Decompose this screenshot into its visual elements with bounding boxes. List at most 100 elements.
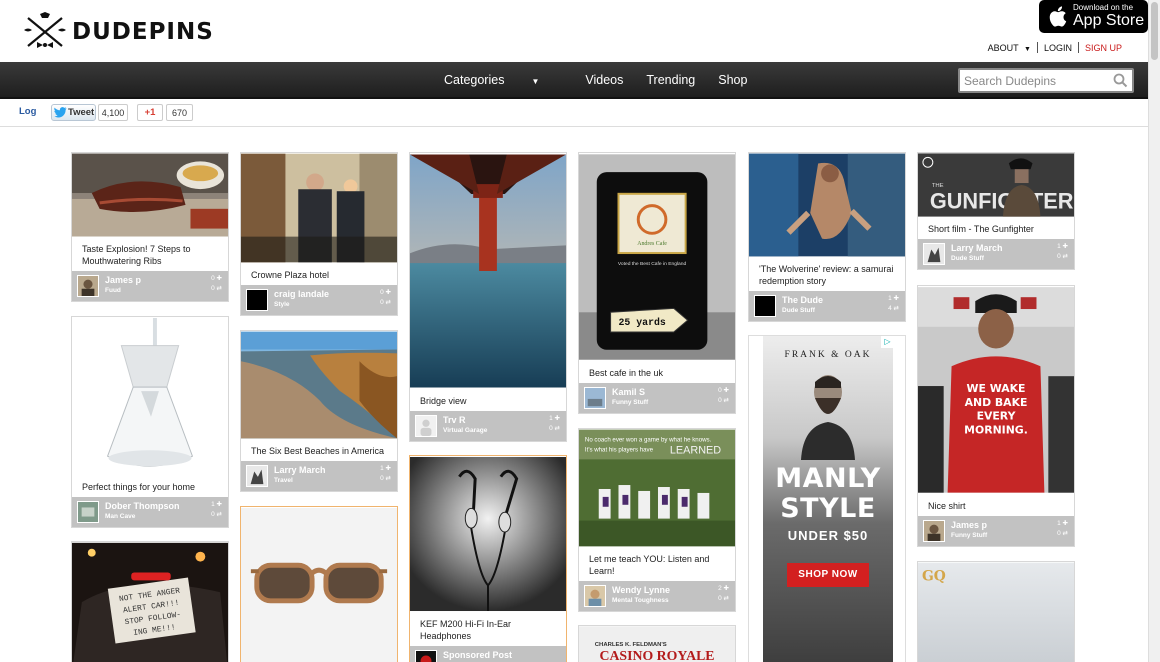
pin-card-sponsored[interactable] [240,506,398,662]
pin-username[interactable]: Trv R [443,415,466,425]
plus-icon[interactable]: ✚ [217,501,222,508]
pin-card-sponsored[interactable]: KEF M200 Hi-Fi In-Ear Headphones Sponsor… [409,455,567,662]
pin-username[interactable]: Dober Thompson [105,501,180,511]
repin-icon[interactable]: ⇄ [217,511,222,518]
pin-category[interactable]: Mental Toughness [612,597,669,604]
pin-card[interactable]: Perfect things for your home Dober Thomp… [71,316,229,528]
pin-card[interactable]: 'The Wolverine' review: a samurai redemp… [748,152,906,322]
repin-icon[interactable]: ⇄ [724,595,729,602]
repin-icon[interactable]: ⇄ [217,285,222,292]
pin-caption[interactable]: 'The Wolverine' review: a samurai redemp… [749,257,905,291]
avatar[interactable] [77,275,99,297]
pin-caption[interactable]: Let me teach YOU: Listen and Learn! [579,547,735,581]
pin-username[interactable]: Larry March [274,465,326,475]
repin-icon[interactable]: ⇄ [555,425,560,432]
avatar[interactable] [923,520,945,542]
plus-icon[interactable]: ✚ [1063,520,1068,527]
pin-caption[interactable]: Best cafe in the uk [579,361,735,383]
pin-card[interactable]: No coach ever won a game by what he know… [578,428,736,612]
pin-card[interactable]: THE GUNFIGHTER Short film - The Gunfight… [917,152,1075,270]
pin-category[interactable]: Man Cave [105,513,135,520]
pin-username[interactable]: Sponsored Post [443,650,512,660]
nav-categories[interactable]: Categories ▼ [444,73,562,87]
plus-icon[interactable]: ✚ [217,275,222,282]
pin-card[interactable]: NOT THE ANGER ALERT CAR!!! STOP FOLLOW- … [71,541,229,662]
pin-username[interactable]: James p [951,520,987,530]
logo[interactable]: DUDEPINS [22,12,214,52]
avatar[interactable] [584,585,606,607]
pin-caption[interactable]: Perfect things for your home [72,475,228,497]
pin-username[interactable]: craig landale [274,289,329,299]
pin-caption[interactable]: Nice shirt [918,494,1074,516]
ad-banner[interactable]: FRANK & OAK ▷ MANLY STYLE UNDER $50 SHOP … [763,336,894,662]
nav-videos[interactable]: Videos [585,73,623,87]
avatar[interactable] [754,295,776,317]
gplus-button[interactable]: +1 [137,104,163,121]
pin-caption[interactable]: The Six Best Beaches in America [241,439,397,461]
nav-shop[interactable]: Shop [718,73,747,87]
pin-category[interactable]: Funny Stuff [612,399,648,406]
pin-category[interactable]: Dude Stuff [951,255,984,262]
plus-icon[interactable]: ✚ [386,465,391,472]
pin-caption[interactable]: Crowne Plaza hotel [241,263,397,285]
plus-icon[interactable]: ✚ [724,585,729,592]
search-input[interactable] [960,70,1110,91]
pin-card[interactable]: WE WAKE AND BAKE EVERY MORNING. Nice shi… [917,285,1075,547]
avatar[interactable] [246,289,268,311]
repin-icon[interactable]: ⇄ [1063,530,1068,537]
avatar[interactable] [584,387,606,409]
log-link[interactable]: Log [19,106,36,117]
repin-icon[interactable]: ⇄ [724,397,729,404]
pin-card[interactable]: Bridge view Trv R Virtual Garage 1 ✚ 0 ⇄ [409,152,567,442]
pin-username[interactable]: Wendy Lynne [612,585,670,595]
repin-icon[interactable]: ⇄ [386,299,391,306]
pin-card[interactable]: CHARLES K. FELDMAN'S CASINO ROYALE [578,625,736,662]
plus-icon[interactable]: ✚ [386,289,391,296]
pin-card[interactable]: Taste Explosion! 7 Steps to Mouthwaterin… [71,152,229,302]
tweet-button[interactable]: Tweet [51,104,96,121]
pin-card[interactable]: GQ [917,561,1075,662]
pin-image-shirt: WE WAKE AND BAKE EVERY MORNING. [918,287,1074,493]
pin-caption[interactable]: Short film - The Gunfighter [918,217,1074,239]
pin-category[interactable]: Fuud [105,287,121,294]
plus-icon[interactable]: ✚ [555,415,560,422]
plus-icon[interactable]: ✚ [1063,243,1068,250]
pin-category[interactable]: Funny Stuff [951,532,987,539]
pin-caption[interactable]: KEF M200 Hi-Fi In-Ear Headphones [410,612,566,646]
avatar[interactable] [923,243,945,265]
repin-icon[interactable]: ⇄ [386,475,391,482]
scrollbar-thumb[interactable] [1151,2,1158,60]
avatar[interactable] [415,415,437,437]
about-link[interactable]: ABOUT ▼ [982,43,1037,53]
avatar[interactable] [415,650,437,662]
pin-category[interactable]: Style [274,301,290,308]
pin-caption[interactable]: Taste Explosion! 7 Steps to Mouthwaterin… [72,237,228,271]
pin-username[interactable]: James p [105,275,141,285]
pin-category[interactable]: Virtual Garage [443,427,487,434]
scrollbar[interactable] [1148,0,1160,662]
plus-icon[interactable]: ✚ [724,387,729,394]
login-link[interactable]: LOGIN [1038,43,1078,53]
repin-icon[interactable]: ⇄ [1063,253,1068,260]
search-icon[interactable] [1113,73,1128,88]
pin-username[interactable]: Kamil S [612,387,645,397]
about-label: ABOUT [987,42,1019,53]
pin-username[interactable]: The Dude [782,295,823,305]
signup-link[interactable]: SIGN UP [1079,43,1128,53]
pin-card[interactable]: Andres Cafe Voted the Best Cafe in Engla… [578,152,736,414]
pin-category[interactable]: Dude Stuff [782,307,815,314]
avatar[interactable] [77,501,99,523]
pin-card[interactable]: Crowne Plaza hotel craig landale Style 0… [240,152,398,316]
repin-icon[interactable]: ⇄ [894,305,899,312]
app-store-button[interactable]: Download on the App Store [1039,0,1148,33]
pin-caption[interactable]: Bridge view [410,389,566,411]
ad-shop-now-button[interactable]: SHOP NOW [787,563,869,587]
plus-icon[interactable]: ✚ [894,295,899,302]
pin-username[interactable]: Larry March [951,243,1003,253]
adchoices-icon[interactable]: ▷ [881,336,894,348]
pin-card[interactable]: The Six Best Beaches in America Larry Ma… [240,330,398,492]
pin-category[interactable]: Travel [274,477,293,484]
ad-frank-and-oak[interactable]: FRANK & OAK ▷ MANLY STYLE UNDER $50 SHOP … [748,335,906,662]
nav-trending[interactable]: Trending [646,73,695,87]
avatar[interactable] [246,465,268,487]
